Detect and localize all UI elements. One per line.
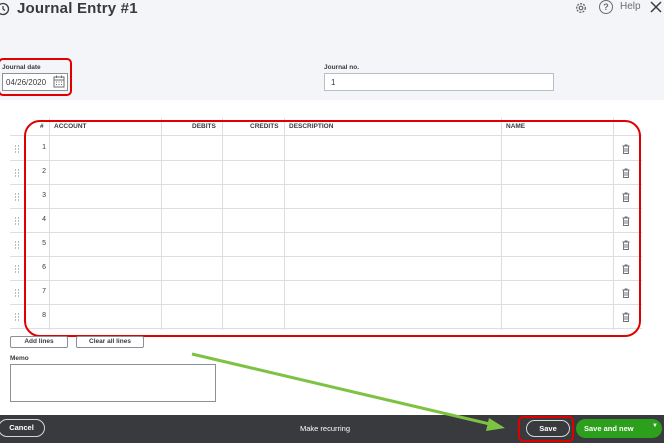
col-header-account: ACCOUNT [54, 123, 87, 130]
journal-lines-table: # ACCOUNT DEBITS CREDITS DESCRIPTION NAM… [10, 118, 642, 330]
gear-icon[interactable] [574, 1, 588, 15]
trash-icon[interactable] [622, 264, 630, 274]
trash-icon[interactable] [622, 144, 630, 154]
save-and-new-button[interactable]: Save and new [576, 419, 662, 438]
table-row[interactable]: 2 [10, 161, 642, 185]
trash-icon[interactable] [622, 216, 630, 226]
drag-handle-icon[interactable] [14, 265, 20, 273]
trash-icon[interactable] [622, 168, 630, 178]
row-number: 7 [42, 288, 46, 295]
drag-handle-icon[interactable] [14, 313, 20, 321]
calendar-icon[interactable] [53, 75, 65, 88]
table-row[interactable]: 7 [10, 281, 642, 305]
table-row[interactable]: 8 [10, 305, 642, 329]
row-number: 2 [42, 168, 46, 175]
drag-handle-icon[interactable] [14, 169, 20, 177]
history-icon[interactable] [0, 2, 10, 16]
drag-handle-icon[interactable] [14, 289, 20, 297]
journal-no-label: Journal no. [324, 64, 360, 71]
col-header-description: DESCRIPTION [289, 123, 334, 130]
help-link[interactable]: Help [620, 1, 641, 12]
make-recurring-link[interactable]: Make recurring [300, 424, 350, 433]
chevron-down-icon[interactable]: ▼ [652, 423, 662, 433]
trash-icon[interactable] [622, 288, 630, 298]
table-row[interactable]: 1 [10, 137, 642, 161]
row-number: 1 [42, 144, 46, 151]
trash-icon[interactable] [622, 240, 630, 250]
page-title: Journal Entry #1 [17, 0, 138, 17]
col-header-number: # [40, 123, 44, 130]
help-icon[interactable]: ? [599, 0, 613, 14]
drag-handle-icon[interactable] [14, 193, 20, 201]
cancel-button[interactable]: Cancel [0, 419, 45, 437]
col-header-name: NAME [506, 123, 526, 130]
row-number: 3 [42, 192, 46, 199]
drag-handle-icon[interactable] [14, 241, 20, 249]
col-header-credits: CREDITS [250, 123, 279, 130]
table-row[interactable]: 5 [10, 233, 642, 257]
add-lines-button[interactable]: Add lines [10, 336, 68, 348]
close-icon[interactable] [649, 0, 663, 14]
table-row[interactable]: 4 [10, 209, 642, 233]
journal-date-label: Journal date [2, 64, 41, 71]
col-header-debits: DEBITS [192, 123, 216, 130]
journal-no-input[interactable]: 1 [324, 73, 554, 91]
trash-icon[interactable] [622, 312, 630, 322]
memo-input[interactable] [10, 364, 216, 402]
trash-icon[interactable] [622, 192, 630, 202]
table-row[interactable]: 3 [10, 185, 642, 209]
clear-all-lines-button[interactable]: Clear all lines [76, 336, 144, 348]
row-number: 4 [42, 216, 46, 223]
drag-handle-icon[interactable] [14, 145, 20, 153]
row-number: 5 [42, 240, 46, 247]
table-row[interactable]: 6 [10, 257, 642, 281]
row-number: 8 [42, 312, 46, 319]
row-number: 6 [42, 264, 46, 271]
memo-label: Memo [10, 355, 29, 362]
save-button[interactable]: Save [526, 420, 570, 437]
table-header: # ACCOUNT DEBITS CREDITS DESCRIPTION NAM… [10, 118, 642, 136]
drag-handle-icon[interactable] [14, 217, 20, 225]
